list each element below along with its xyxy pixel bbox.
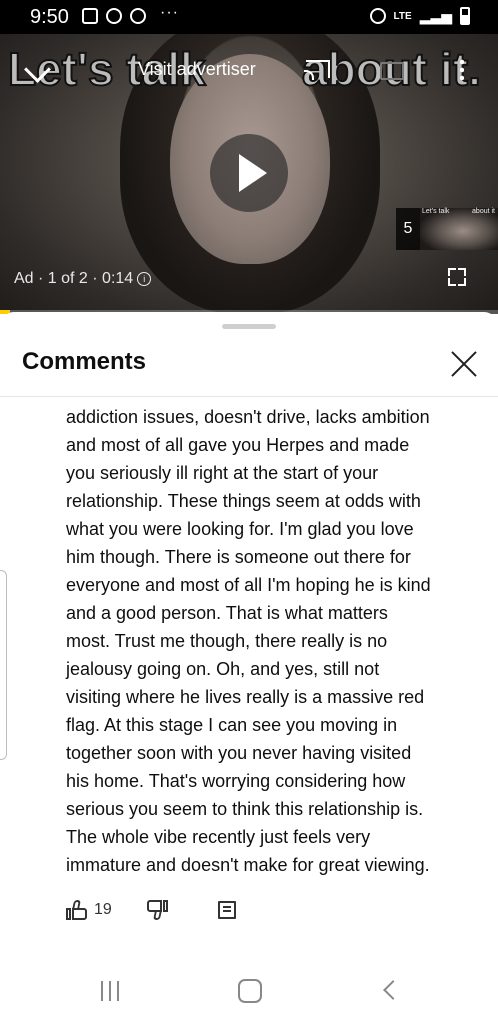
close-icon[interactable] — [450, 350, 478, 378]
more-options-icon[interactable] — [460, 58, 464, 80]
side-panel-handle[interactable] — [0, 570, 7, 760]
alarm-icon — [369, 8, 386, 24]
comment-line: The whole vibe recently just feels very — [66, 827, 371, 847]
comment-line: relationship. These things seem at odds … — [66, 491, 421, 511]
captions-icon[interactable] — [380, 62, 404, 80]
video-player[interactable]: Let's talk about it. Visit advertiser 5 … — [0, 34, 498, 314]
gallery-icon — [82, 8, 98, 24]
status-time: 9:50 — [30, 6, 69, 28]
info-icon[interactable]: i — [137, 272, 152, 286]
status-bar: 9:50 ··· LTE ▂▃▅ — [0, 0, 498, 34]
home-icon[interactable] — [238, 979, 262, 1003]
comments-panel: Comments addiction issues, doesn't drive… — [0, 312, 498, 1024]
comment-line: most. Trust me though, there really is n… — [66, 631, 388, 651]
comment-line: addiction issues, doesn't drive, lacks a… — [66, 407, 430, 427]
comment-line: you seriously ill right at the start of … — [66, 463, 379, 483]
comment-line: serious you seem to think this relations… — [66, 799, 424, 819]
comment-actions: 19 — [66, 900, 236, 920]
fullscreen-icon[interactable] — [448, 268, 466, 286]
recent-apps-icon[interactable] — [101, 981, 121, 1001]
signal-icon: ▂▃▅ — [419, 7, 452, 24]
thumbnail-text-left: Let's talk — [422, 208, 450, 215]
comment-text: addiction issues, doesn't drive, lacks a… — [66, 403, 476, 879]
thumbnail-text-right: about it — [472, 208, 495, 215]
ad-info: Ad · 1 of 2 · 0:14 i — [14, 270, 152, 288]
comment-line: flag. At this stage I can see you moving… — [66, 715, 398, 735]
reply-icon[interactable] — [217, 901, 236, 919]
cast-icon[interactable] — [304, 60, 330, 80]
like-icon[interactable] — [66, 900, 88, 920]
dislike-icon[interactable] — [146, 900, 168, 920]
command-icon — [130, 8, 146, 24]
more-dots-icon: ··· — [160, 4, 179, 21]
play-button[interactable] — [210, 134, 288, 212]
skip-countdown: 5 — [396, 208, 420, 250]
lte-icon: LTE — [393, 10, 412, 22]
comment-line: everyone and most of all I'm hoping he i… — [66, 575, 431, 595]
ad-info-text: Ad · 1 of 2 · 0:14 — [14, 270, 134, 287]
battery-icon — [460, 7, 470, 25]
comment-line: what you were looking for. I'm glad you … — [66, 519, 414, 539]
visit-advertiser-link[interactable]: Visit advertiser — [138, 59, 256, 80]
like-count: 19 — [94, 901, 112, 918]
comment-line: and most of all gave you Herpes and made — [66, 435, 410, 455]
next-video-thumbnail[interactable]: Let's talk about it — [420, 208, 498, 250]
comment-line: his home. That's worrying considering ho… — [66, 771, 406, 791]
back-icon[interactable] — [383, 980, 403, 1000]
navigation-bar — [0, 960, 498, 1024]
comment-line: jealousy going on. Oh, and yes, still no… — [66, 659, 380, 679]
comment-line: and a good person. That is what matters — [66, 603, 388, 623]
pinterest-icon — [106, 8, 122, 24]
comment-line: visiting where he lives really is a mass… — [66, 687, 425, 707]
comment-line: immature and doesn't make for great view… — [66, 855, 430, 875]
comment-line: together soon with you never having visi… — [66, 743, 412, 763]
drag-handle[interactable] — [222, 324, 276, 329]
divider — [0, 396, 498, 397]
comment-line: him though. There is someone out there f… — [66, 547, 411, 567]
comments-title: Comments — [22, 348, 147, 375]
